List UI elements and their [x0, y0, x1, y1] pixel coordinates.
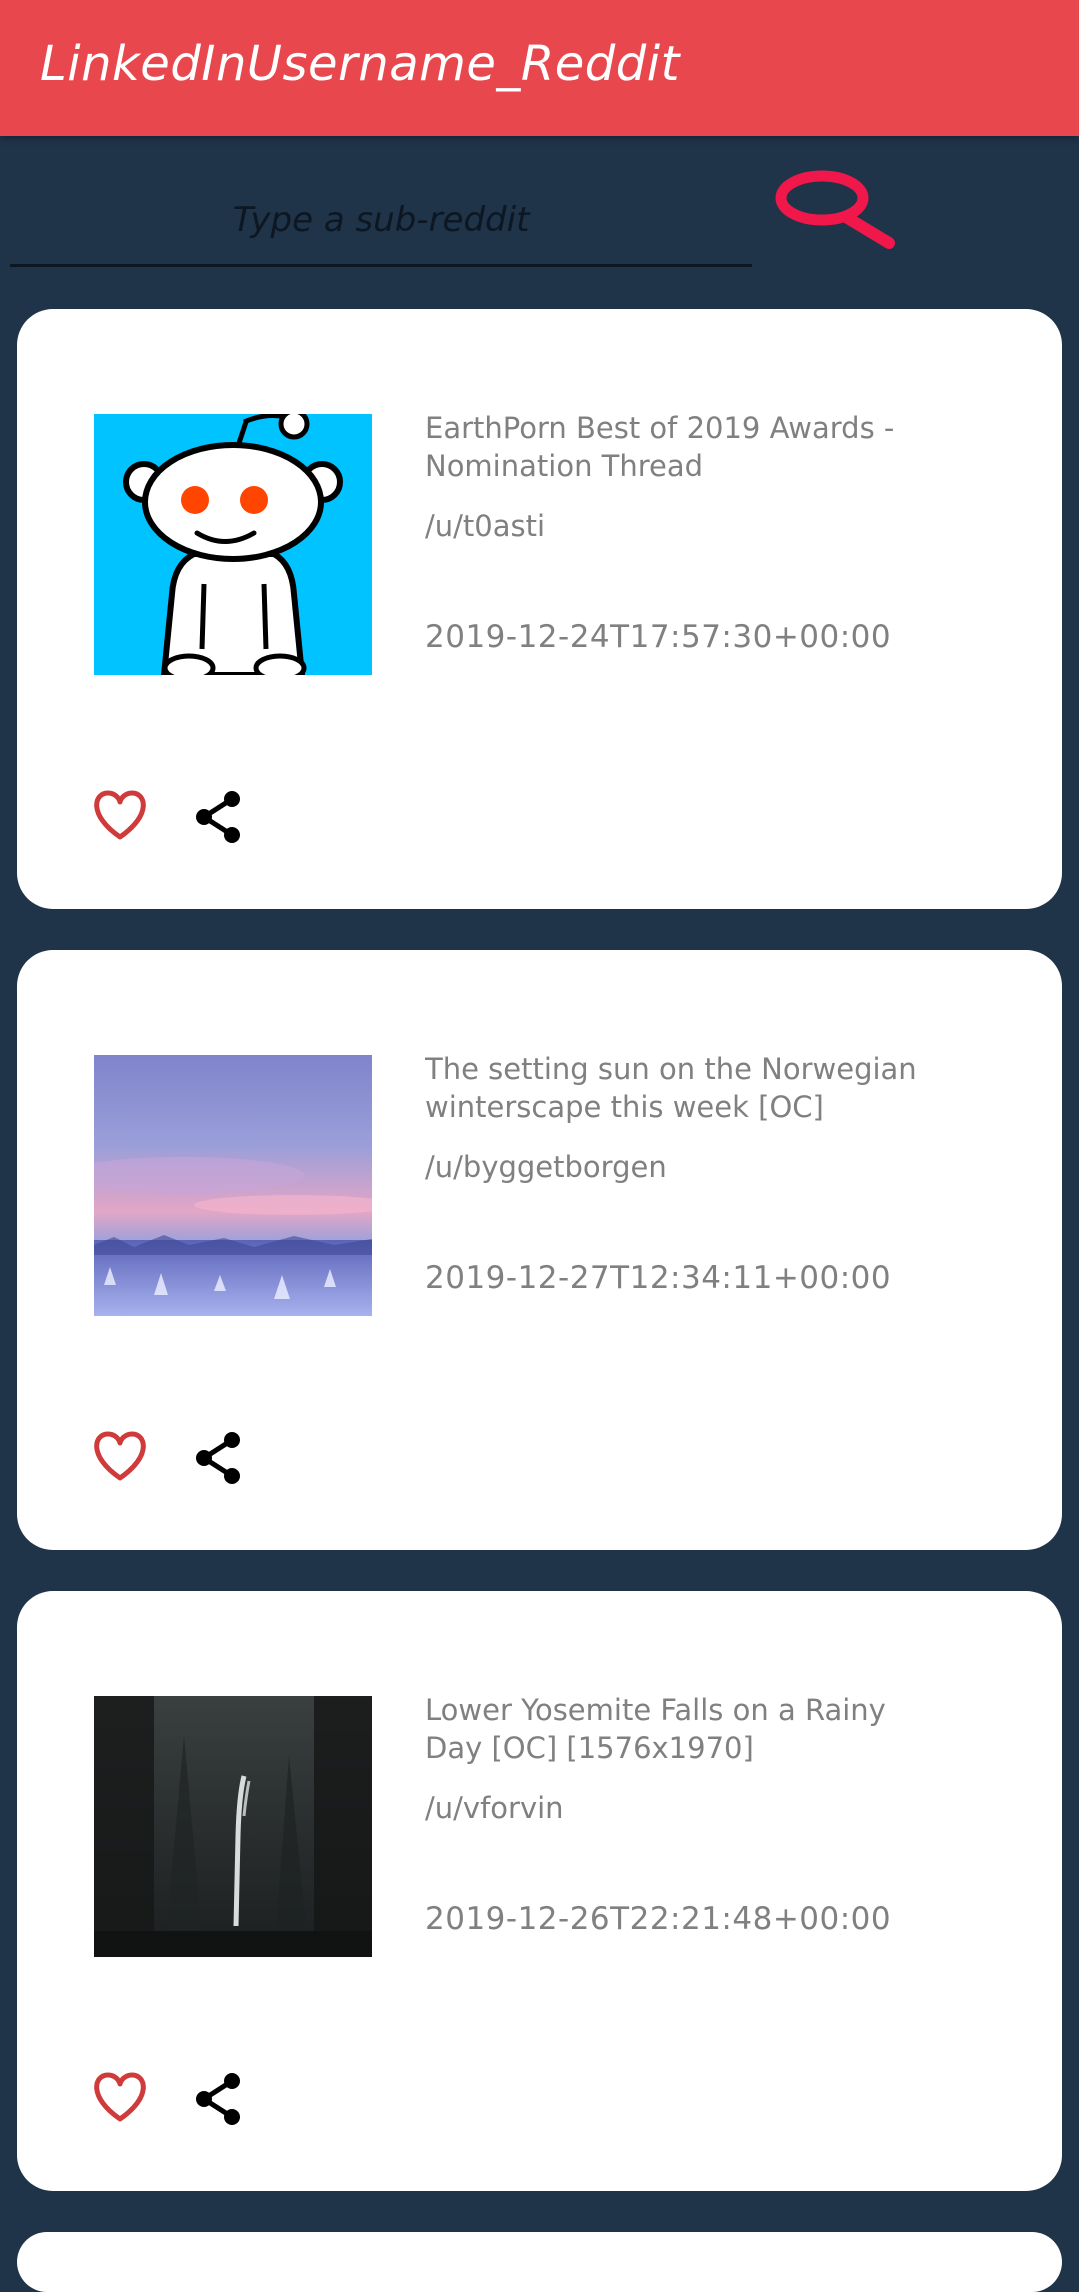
post-author[interactable]: /u/vforvin	[425, 1791, 564, 1825]
share-button[interactable]	[192, 789, 244, 845]
share-button[interactable]	[192, 1430, 244, 1486]
search-icon	[775, 170, 895, 249]
heart-icon	[94, 790, 146, 840]
like-button[interactable]	[92, 2071, 148, 2123]
post-date: 2019-12-24T17:57:30+00:00	[425, 619, 892, 655]
post-thumbnail[interactable]	[94, 1055, 372, 1316]
waterfall-forest-photo	[94, 1696, 372, 1957]
share-icon	[196, 2073, 240, 2125]
post-card[interactable]: Lower Yosemite Falls on a Rainy Day [OC]…	[17, 1591, 1062, 2191]
post-thumbnail[interactable]	[94, 414, 372, 675]
post-thumbnail[interactable]	[94, 1696, 372, 1957]
app-title: LinkedInUsername_Reddit	[40, 36, 680, 92]
post-date: 2019-12-27T12:34:11+00:00	[425, 1260, 892, 1296]
share-button[interactable]	[192, 2071, 244, 2127]
post-title[interactable]: The setting sun on the Norwegian winters…	[425, 1050, 925, 1132]
share-icon	[196, 1432, 240, 1484]
post-author[interactable]: /u/byggetborgen	[425, 1150, 667, 1184]
heart-icon	[94, 1431, 146, 1481]
post-title[interactable]: Lower Yosemite Falls on a Rainy Day [OC]…	[425, 1691, 925, 1773]
post-card[interactable]: The setting sun on the Norwegian winters…	[17, 950, 1062, 1550]
subreddit-search-input[interactable]	[10, 176, 752, 267]
reddit-alien-icon	[94, 414, 372, 675]
post-card[interactable]: EarthPorn Best of 2019 Awards - Nominati…	[17, 309, 1062, 909]
post-date: 2019-12-26T22:21:48+00:00	[425, 1901, 892, 1937]
post-title[interactable]: EarthPorn Best of 2019 Awards - Nominati…	[425, 409, 925, 491]
post-author[interactable]: /u/t0asti	[425, 509, 545, 543]
share-icon	[196, 791, 240, 843]
search-row	[0, 136, 1079, 306]
post-card-partial[interactable]	[17, 2232, 1062, 2292]
search-button[interactable]	[772, 166, 902, 256]
app-bar: LinkedInUsername_Reddit	[0, 0, 1079, 136]
like-button[interactable]	[92, 1430, 148, 1482]
heart-icon	[94, 2072, 146, 2122]
like-button[interactable]	[92, 789, 148, 841]
snowy-sunset-photo	[94, 1055, 372, 1316]
